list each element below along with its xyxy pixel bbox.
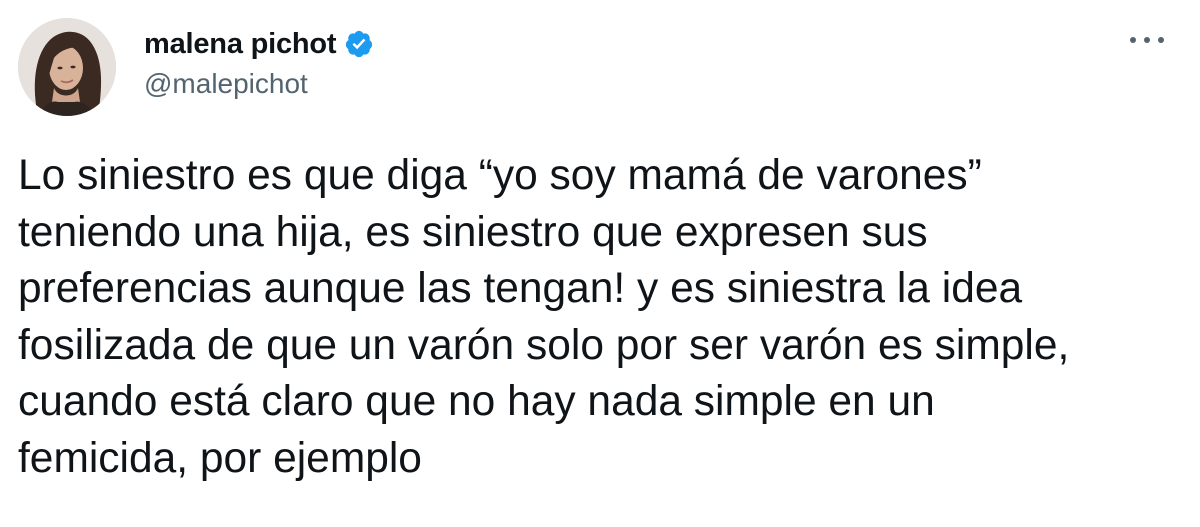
more-options-icon[interactable] bbox=[1130, 30, 1164, 50]
tweet-text-line: femicida, por ejemplo bbox=[18, 434, 422, 482]
tweet-text-line: fosilizada de que un varón solo por ser … bbox=[18, 321, 1070, 369]
tweet-text-line: Lo siniestro es que diga “yo soy mamá de… bbox=[18, 152, 982, 199]
tweet-card: malena pichot @malepichot Lo siniestro e… bbox=[0, 0, 1200, 527]
author-name-row: malena pichot bbox=[144, 26, 374, 62]
verified-badge-icon bbox=[346, 30, 373, 58]
dot bbox=[1144, 37, 1150, 43]
avatar[interactable] bbox=[18, 18, 116, 116]
tweet-header: malena pichot @malepichot bbox=[144, 26, 374, 100]
author-display-name[interactable]: malena pichot bbox=[144, 28, 337, 61]
dot bbox=[1158, 37, 1164, 43]
tweet-text: Lo siniestro es que diga “yo soy mamá de… bbox=[18, 148, 1178, 487]
tweet-text-line: teniendo una hija, es siniestro que expr… bbox=[18, 208, 928, 256]
tweet-text-line: preferencias aunque las tengan! y es sin… bbox=[18, 265, 1023, 312]
avatar-photo bbox=[18, 18, 116, 116]
dot bbox=[1130, 37, 1136, 43]
tweet-text-line: cuando está claro que no hay nada simple… bbox=[18, 378, 935, 425]
author-handle[interactable]: @malepichot bbox=[144, 68, 374, 100]
